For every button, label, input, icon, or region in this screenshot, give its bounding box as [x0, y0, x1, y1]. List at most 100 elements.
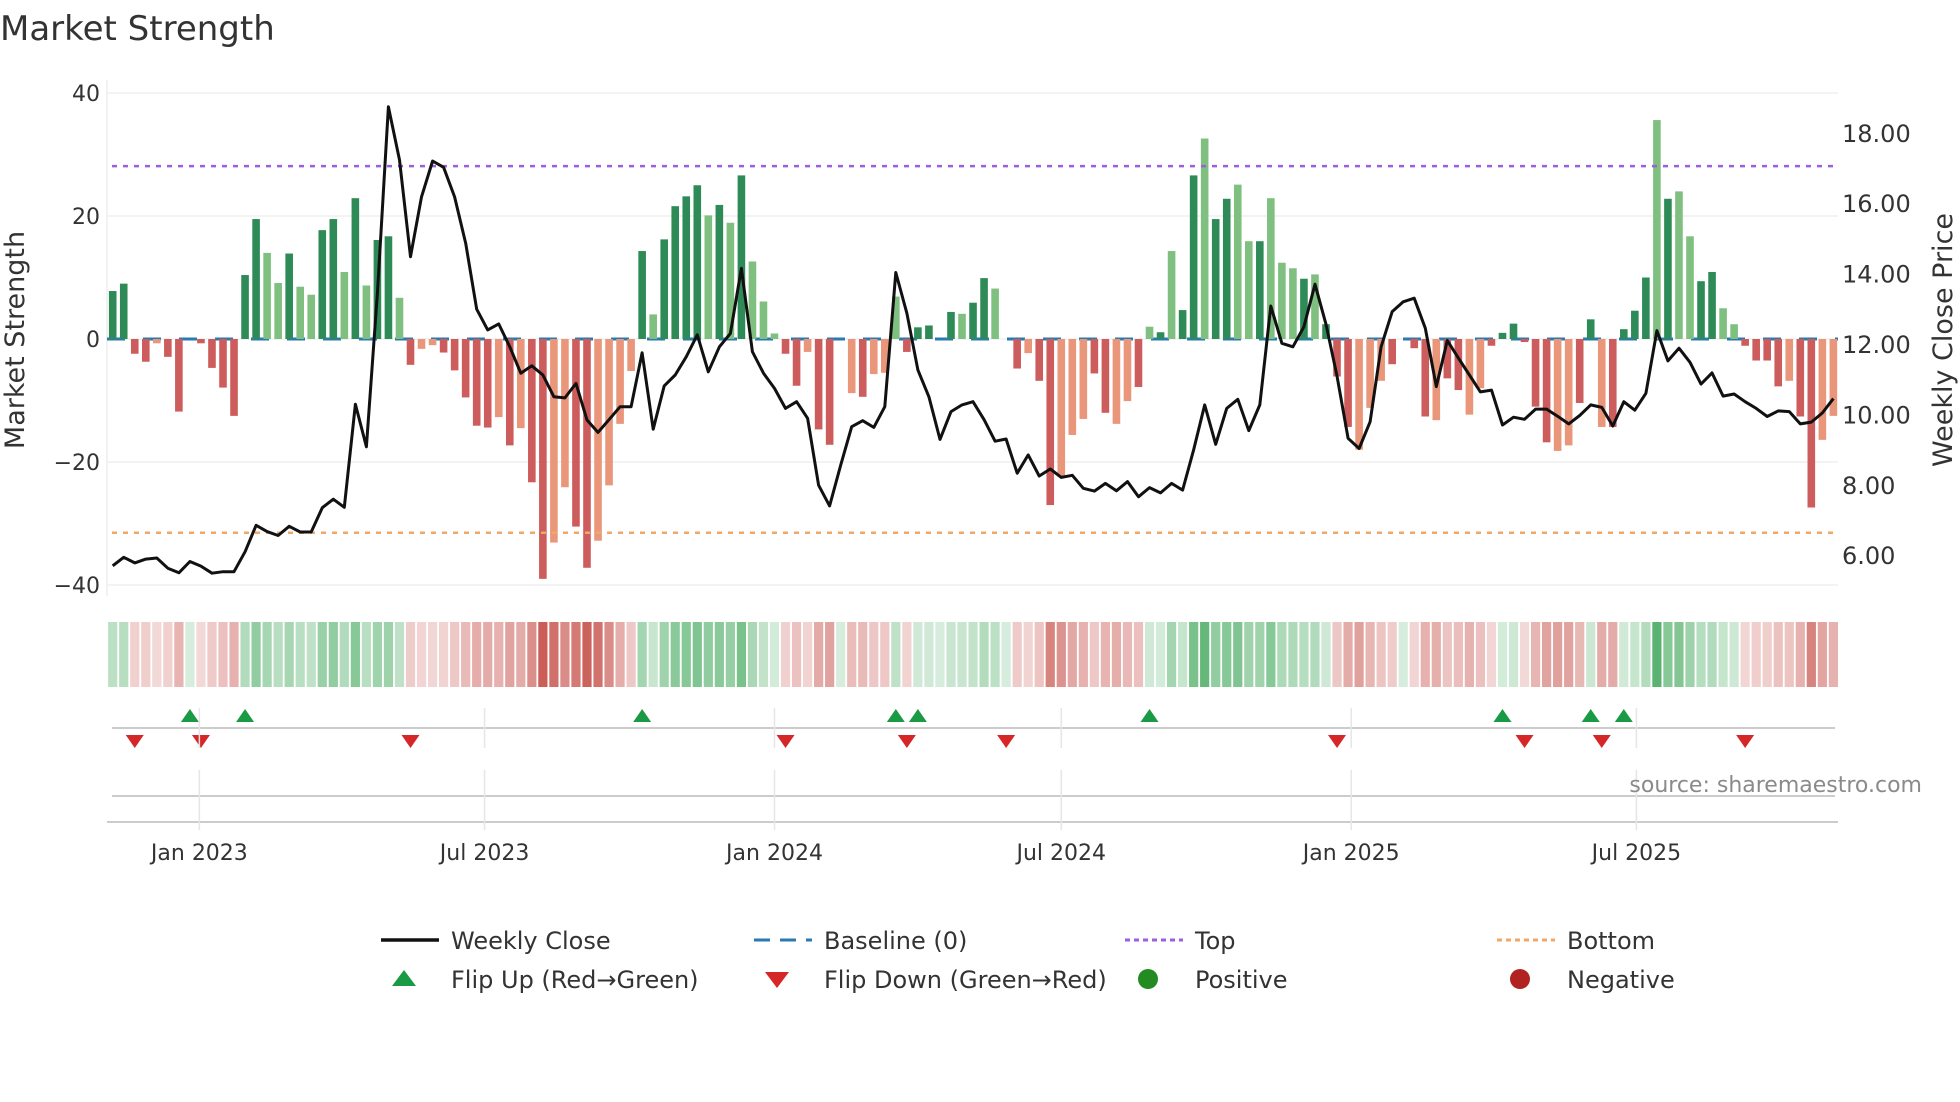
heatmap-cell: [1001, 622, 1011, 687]
strength-bar: [164, 339, 172, 357]
heatmap-cell: [681, 622, 691, 687]
strength-bar: [903, 339, 911, 352]
heatmap-cell: [1398, 622, 1408, 687]
heatmap-cell: [372, 622, 383, 687]
strength-bar: [704, 215, 713, 339]
heatmap-cell: [1530, 622, 1541, 687]
strength-bar: [572, 339, 580, 527]
flip-down-marker: [1328, 735, 1347, 748]
strength-bar: [1796, 339, 1805, 417]
heatmap-cell: [1486, 622, 1497, 687]
strength-bar: [1531, 339, 1540, 407]
heatmap-cell: [1266, 622, 1276, 687]
heatmap-cell: [1012, 622, 1022, 687]
heatmap-cell: [361, 622, 371, 687]
flip-down-marker: [776, 735, 795, 748]
y2-tick-label: 6.00: [1842, 542, 1895, 570]
heatmap-cell: [1519, 622, 1530, 687]
heatmap-cell: [229, 622, 239, 687]
chart-title: Market Strength: [0, 9, 275, 49]
strength-bar: [958, 313, 966, 339]
heatmap-cell: [152, 622, 162, 687]
strength-bar: [1068, 339, 1077, 435]
heatmap-cell: [196, 622, 206, 687]
strength-bar: [384, 236, 393, 339]
heatmap-cell: [262, 622, 272, 687]
strength-bar: [594, 339, 602, 541]
heatmap-cell: [725, 622, 735, 687]
flip-up-marker: [1140, 709, 1159, 722]
strength-bar: [417, 339, 426, 349]
heatmap-cell: [1310, 622, 1320, 687]
strength-bar: [1763, 339, 1771, 361]
x-tick-label: Jan 2024: [724, 841, 823, 866]
strength-bar: [1697, 281, 1705, 339]
strength-bar: [130, 339, 139, 354]
flip-up-marker: [236, 709, 255, 722]
strength-bar: [1421, 339, 1430, 417]
heatmap-cell: [339, 622, 349, 687]
circle-positive-icon: [1138, 969, 1158, 989]
strength-bar: [825, 339, 834, 445]
strength-bar: [1620, 329, 1628, 339]
legend-item: Top: [1125, 927, 1236, 955]
strength-bar: [296, 286, 305, 339]
strength-bar: [1388, 339, 1396, 365]
heatmap-cell: [747, 622, 758, 687]
heatmap-cell: [1641, 622, 1651, 687]
heatmap-cell: [1166, 622, 1177, 687]
strength-bar: [1079, 339, 1088, 419]
strength-bar: [1189, 175, 1198, 339]
strength-bar: [329, 219, 338, 339]
flip-down-marker: [1515, 735, 1534, 748]
heatmap-cell: [1233, 622, 1243, 687]
strength-bar: [858, 339, 867, 397]
strength-bar: [141, 339, 150, 362]
heatmap-cell: [1343, 622, 1353, 687]
heatmap-cell: [505, 622, 515, 687]
flip-up-marker: [633, 709, 652, 722]
heatmap-cell: [108, 622, 118, 687]
y2-tick-label: 12.00: [1842, 331, 1911, 359]
strength-bar: [307, 294, 316, 339]
heatmap-cell: [130, 622, 140, 687]
heatmap-cell: [1056, 622, 1066, 687]
strength-bar: [550, 339, 558, 543]
flip-down-marker: [401, 735, 420, 748]
strength-bar: [1355, 339, 1363, 450]
flip-down-marker: [897, 735, 916, 748]
strength-bar: [1046, 339, 1055, 506]
strength-bar: [715, 204, 724, 339]
heatmap-cell: [869, 622, 879, 687]
strength-bar: [980, 278, 988, 339]
heatmap-cell: [593, 622, 603, 687]
strength-bar: [263, 252, 271, 339]
strength-bar: [1664, 198, 1672, 339]
legend-label: Baseline (0): [824, 927, 967, 955]
strength-bar: [1818, 339, 1827, 440]
heatmap-cell: [858, 622, 868, 687]
strength-bar: [517, 339, 525, 429]
circle-negative-icon: [1510, 969, 1530, 989]
heatmap-cell: [1453, 622, 1463, 687]
strength-bar: [1123, 339, 1132, 402]
heatmap-cell: [814, 622, 824, 687]
strength-bar: [395, 297, 404, 339]
heatmap-cell: [483, 622, 493, 687]
heatmap-cell: [306, 622, 316, 687]
strength-bar: [1101, 339, 1110, 413]
heatmap-cell: [825, 622, 835, 687]
strength-bar: [947, 311, 955, 339]
strength-bar: [969, 302, 977, 339]
strength-bar: [1024, 339, 1032, 354]
strength-bar: [1686, 236, 1694, 339]
heatmap-cell: [240, 622, 250, 687]
heatmap-cell: [1111, 622, 1122, 687]
strength-bar: [1090, 339, 1099, 374]
strength-bar: [1222, 198, 1231, 339]
strength-bar: [1487, 339, 1496, 346]
strength-bar: [1730, 324, 1738, 339]
y-tick-label: −20: [54, 451, 100, 476]
x-tick-label: Jul 2023: [438, 841, 530, 866]
heatmap-cell: [1729, 622, 1739, 687]
